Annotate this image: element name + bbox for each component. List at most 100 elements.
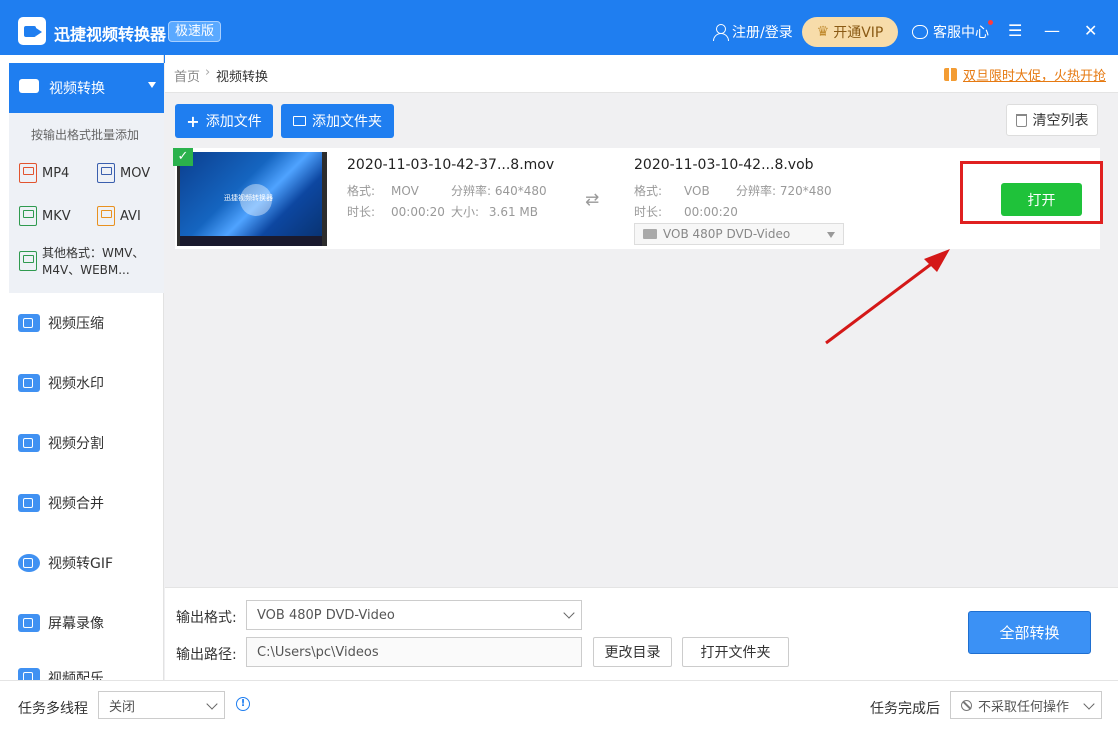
gif-icon — [18, 554, 40, 572]
format-avi[interactable]: AVI — [97, 206, 141, 226]
format-label: MP4 — [42, 165, 70, 181]
dropdown-arrow-icon — [827, 232, 835, 238]
app-window: 迅捷视频转换器 极速版 注册/登录 ♛ 开通VIP 客服中心 ☰ — ✕ 视频转… — [0, 0, 1118, 738]
sidebar-item-split[interactable]: 视频分割 — [18, 433, 104, 453]
close-button[interactable]: ✕ — [1084, 22, 1097, 40]
merge-icon — [18, 494, 40, 512]
sidebar-item-label: 视频分割 — [48, 436, 104, 452]
meta-value: VOB — [684, 184, 710, 198]
open-folder-button[interactable]: 打开文件夹 — [682, 637, 789, 667]
folder-icon — [293, 116, 306, 126]
sidebar-active-label: 视频转换 — [49, 81, 105, 97]
sidebar-item-merge[interactable]: 视频合并 — [18, 493, 104, 513]
compress-icon — [18, 314, 40, 332]
gift-icon — [943, 68, 957, 81]
change-directory-button[interactable]: 更改目录 — [593, 637, 672, 667]
add-file-button[interactable]: + 添加文件 — [175, 104, 273, 138]
breadcrumb-separator: › — [205, 65, 211, 80]
clear-list-button[interactable]: 清空列表 — [1006, 104, 1098, 136]
split-icon — [18, 434, 40, 452]
meta-value: 00:00:20 — [684, 205, 738, 219]
batch-hint: 按输出格式批量添加 — [31, 128, 140, 142]
plus-icon: + — [186, 111, 200, 131]
sidebar-item-gif[interactable]: 视频转GIF — [18, 553, 113, 573]
format-other[interactable]: 其他格式：WMV、 M4V、WEBM... — [19, 245, 144, 279]
meta-value: 720*480 — [779, 184, 832, 198]
vip-button[interactable]: ♛ 开通VIP — [802, 17, 898, 47]
clear-list-label: 清空列表 — [1032, 113, 1089, 129]
app-title: 迅捷视频转换器 — [54, 25, 167, 44]
chevron-down-icon — [206, 698, 218, 710]
breadcrumb-home[interactable]: 首页 — [174, 66, 200, 85]
format-label: AVI — [120, 208, 141, 224]
other-format-label: 其他格式：WMV、 M4V、WEBM... — [42, 245, 144, 279]
status-bar: 任务多线程 关闭 ! 任务完成后 不采取任何操作 — [0, 680, 1118, 738]
title-bar: 迅捷视频转换器 极速版 注册/登录 ♛ 开通VIP 客服中心 ☰ — ✕ — [0, 0, 1118, 63]
add-folder-button[interactable]: 添加文件夹 — [281, 104, 394, 138]
format-panel: 按输出格式批量添加 MP4 MOV MKV AVI 其他格式：WMV、 M4V、… — [9, 113, 164, 293]
output-filename: 2020-11-03-10-42...8.vob — [634, 157, 814, 173]
sidebar-item-label: 视频压缩 — [48, 316, 104, 332]
vip-label: 开通VIP — [833, 25, 884, 41]
login-label: 注册/登录 — [732, 25, 793, 41]
output-path-label: 输出路径: — [176, 647, 237, 663]
sidebar-item-compress[interactable]: 视频压缩 — [18, 313, 104, 333]
output-preset-select[interactable]: VOB 480P DVD-Video — [634, 223, 844, 245]
sidebar-item-watermark[interactable]: 视频水印 — [18, 373, 104, 393]
customer-service-button[interactable]: 客服中心 — [912, 22, 989, 42]
sidebar-item-screen-record[interactable]: 屏幕录像 — [18, 613, 104, 633]
breadcrumb: 首页 › 视频转换 双旦限时大促，火热开抢 — [165, 55, 1118, 93]
info-icon[interactable]: ! — [236, 697, 250, 711]
chevron-down-icon — [1083, 698, 1095, 710]
screen-record-icon — [18, 614, 40, 632]
sidebar-item-music[interactable]: 视频配乐 — [18, 668, 104, 680]
crown-icon: ♛ — [816, 24, 830, 40]
meta-value: 3.61 MB — [488, 205, 538, 219]
output-preset-value: VOB 480P DVD-Video — [663, 227, 791, 241]
multithread-select[interactable]: 关闭 — [98, 691, 225, 719]
other-format-line2: M4V、WEBM... — [42, 263, 130, 277]
multithread-value: 关闭 — [109, 699, 136, 715]
check-icon[interactable]: ✓ — [173, 148, 193, 166]
sidebar-item-label: 视频合并 — [48, 496, 104, 512]
multithread-label: 任务多线程 — [18, 701, 88, 717]
sidebar-item-label: 视频转GIF — [48, 556, 114, 572]
add-folder-label: 添加文件夹 — [312, 114, 382, 130]
format-mkv[interactable]: MKV — [19, 206, 71, 226]
output-format-value: VOB 480P DVD-Video — [257, 607, 395, 623]
open-button[interactable]: 打开 — [1001, 183, 1082, 216]
after-complete-select[interactable]: 不采取任何操作 — [950, 691, 1102, 719]
trash-icon — [1015, 113, 1027, 127]
thumbnail-caption: 迅捷视频转换器 — [224, 194, 273, 202]
mp4-icon — [19, 163, 37, 183]
menu-icon[interactable]: ☰ — [1008, 22, 1022, 40]
format-mov[interactable]: MOV — [97, 163, 150, 183]
login-button[interactable]: 注册/登录 — [712, 22, 793, 42]
promo-link[interactable]: 双旦限时大促，火热开抢 — [943, 65, 1106, 84]
source-resolution: 分辨率: 640*480 — [451, 182, 547, 199]
meta-key: 分辨率: — [451, 184, 492, 198]
promo-label: 双旦限时大促，火热开抢 — [962, 69, 1106, 84]
meta-key: 分辨率: — [736, 184, 777, 198]
after-complete-label: 任务完成后 — [870, 701, 940, 717]
video-convert-icon — [19, 79, 39, 93]
chat-icon — [912, 25, 928, 39]
mov-icon — [97, 163, 115, 183]
output-format-select[interactable]: VOB 480P DVD-Video — [246, 600, 582, 630]
sidebar-item-label: 屏幕录像 — [48, 616, 104, 632]
sidebar-item-label: 视频配乐 — [48, 671, 104, 680]
output-path-field[interactable]: C:\Users\pc\Videos — [246, 637, 582, 667]
convert-all-button[interactable]: 全部转换 — [968, 611, 1091, 654]
meta-key: 格式: — [634, 184, 663, 198]
video-thumbnail[interactable]: 迅捷视频转换器 — [177, 152, 327, 246]
breadcrumb-current: 视频转换 — [216, 70, 269, 85]
format-mp4[interactable]: MP4 — [19, 163, 69, 183]
meta-key: 大小: — [451, 205, 480, 219]
ban-icon — [961, 699, 972, 711]
minimize-button[interactable]: — — [1044, 22, 1060, 40]
output-path-value: C:\Users\pc\Videos — [257, 644, 379, 660]
chevron-down-icon — [563, 607, 575, 619]
sidebar-item-video-convert[interactable]: 视频转换 — [9, 63, 164, 113]
output-resolution: 分辨率: 720*480 — [736, 182, 832, 199]
meta-key: 格式: — [347, 184, 376, 198]
